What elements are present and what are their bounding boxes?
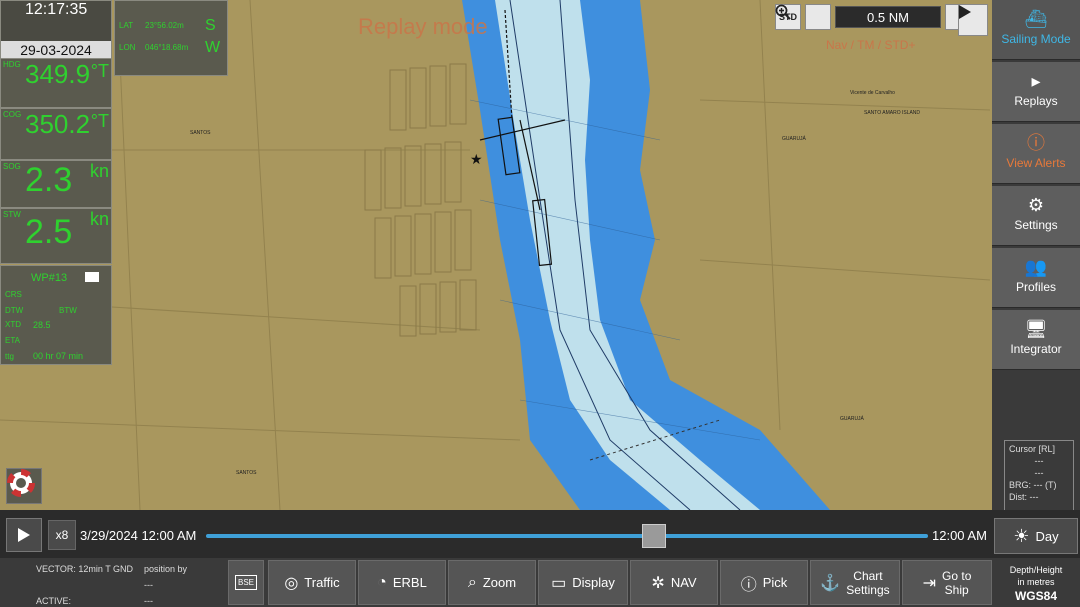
cursor-panel: Cursor [RL] --- --- BRG: --- (T) Dist: -… — [1004, 440, 1074, 516]
replay-timeline: x8 3/29/2024 12:00 AM 12:00 AM ☀ Day — [0, 510, 1080, 558]
svg-text:SANTO AMARO ISLAND: SANTO AMARO ISLAND — [864, 110, 920, 116]
target-icon: ◎ — [284, 574, 299, 592]
chart-canvas[interactable]: ★ SANTOS SANTOS GUARUJÁ SANTO AMARO ISLA… — [0, 0, 992, 510]
monitor-icon: 🖥 — [1024, 319, 1048, 339]
view-alerts-button[interactable]: ⓘ View Alerts — [992, 124, 1080, 184]
monitor-icon: ▭ — [551, 574, 567, 592]
nav-mode-indicator: Nav / TM / STD+ — [826, 38, 916, 52]
right-sidebar: ⛴ Sailing Mode ▸ Replays ⓘ View Alerts ⚙… — [992, 0, 1080, 516]
settings-button[interactable]: ⚙ Settings — [992, 186, 1080, 246]
timeline-play-button[interactable] — [6, 518, 42, 552]
timeline-slider-track[interactable] — [206, 534, 928, 538]
svg-text:GUARUJÁ: GUARUJÁ — [782, 135, 807, 142]
svg-text:SANTOS: SANTOS — [236, 470, 257, 476]
day-night-select[interactable]: ☀ Day — [994, 518, 1078, 554]
replay-mode-title: Replay mode — [358, 14, 488, 39]
star-icon: ★ — [470, 151, 483, 167]
chart-settings-icon: ⚓ — [820, 574, 841, 592]
erbl-button[interactable]: ◔ ERBL — [358, 560, 446, 605]
svg-text:SANTOS: SANTOS — [190, 130, 211, 136]
gear-icon: ⚙ — [1027, 195, 1045, 215]
depth-units-info: Depth/Height in metres WGS84 — [1009, 565, 1063, 603]
zoom-in-icon[interactable] — [775, 4, 831, 30]
alert-icon: ⓘ — [1027, 133, 1045, 153]
play-icon: ▸ — [1031, 71, 1041, 91]
zoom-toolbar: STD 0.5 NM — [775, 4, 971, 30]
timeline-slider-handle[interactable] — [641, 524, 666, 548]
waypoint-panel: WP#13 CRS DTW BTW XTD 28.5 ETA ttg 00 hr… — [0, 265, 112, 365]
chart-settings-button[interactable]: ⚓ Chart Settings — [810, 560, 900, 605]
position-panel: LAT 23°56.02m S LON 046°18.68m W — [114, 0, 228, 76]
bottom-toolbar: VECTOR: 12min T GND position by --- ACTI… — [0, 558, 1080, 607]
svg-text:Vicente de Carvalho: Vicente de Carvalho — [850, 90, 895, 96]
users-icon: 👥 — [1024, 257, 1048, 277]
pick-button[interactable]: ⓘ Pick — [720, 560, 808, 605]
chart-scale-select[interactable]: 0.5 NM — [835, 6, 941, 28]
nautical-chart[interactable]: ★ SANTOS SANTOS GUARUJÁ SANTO AMARO ISLA… — [0, 0, 992, 510]
replays-button[interactable]: ▸ Replays — [992, 62, 1080, 122]
zoom-button[interactable]: ⌕ Zoom — [448, 560, 536, 605]
sailing-mode-button[interactable]: ⛴ Sailing Mode — [992, 0, 1080, 60]
bse-button[interactable]: BSE — [228, 560, 264, 605]
waypoint-flag-icon — [85, 272, 99, 282]
go-to-ship-icon: ⇥ — [922, 574, 937, 592]
timeline-end-time: 12:00 AM — [932, 528, 987, 543]
lifebuoy-icon[interactable] — [6, 468, 42, 504]
cog-panel: COG 350.2 °T — [0, 108, 112, 160]
play-icon — [18, 528, 30, 542]
integrator-button[interactable]: 🖥 Integrator — [992, 310, 1080, 370]
magnifier-icon: ⌕ — [467, 573, 477, 591]
compass-icon: ✲ — [651, 574, 665, 592]
stw-panel: STW 2.5 kn — [0, 208, 112, 264]
go-to-ship-button[interactable]: ⇥ Go to Ship — [902, 560, 992, 605]
timeline-start-time: 3/29/2024 12:00 AM — [80, 528, 197, 543]
replay-speed-button[interactable]: x8 — [48, 520, 76, 550]
clock-date: 29-03-2024 — [1, 41, 111, 59]
ecdis-window: ★ SANTOS SANTOS GUARUJÁ SANTO AMARO ISLA… — [0, 0, 1080, 607]
svg-text:GUARUJÁ: GUARUJÁ — [840, 415, 865, 422]
time-panel: 12:17:35 29-03-2024 — [0, 0, 112, 59]
traffic-button[interactable]: ◎ Traffic — [268, 560, 356, 605]
vector-info: VECTOR: 12min T GND position by --- ACTI… — [36, 564, 188, 606]
ship-icon: ⛴ — [1024, 9, 1048, 29]
play-icon[interactable] — [958, 4, 988, 36]
pick-icon: ⓘ — [740, 576, 757, 594]
sun-icon: ☀ — [1013, 525, 1030, 546]
heading-panel: HDG 349.9 °T — [0, 58, 112, 108]
profiles-button[interactable]: 👥 Profiles — [992, 248, 1080, 308]
display-button[interactable]: ▭ Display — [538, 560, 628, 605]
sog-panel: SOG 2.3 kn — [0, 160, 112, 208]
clock-time: 12:17:35 — [25, 1, 88, 18]
nav-button[interactable]: ✲ NAV — [630, 560, 718, 605]
erbl-icon: ◔ — [377, 573, 387, 591]
